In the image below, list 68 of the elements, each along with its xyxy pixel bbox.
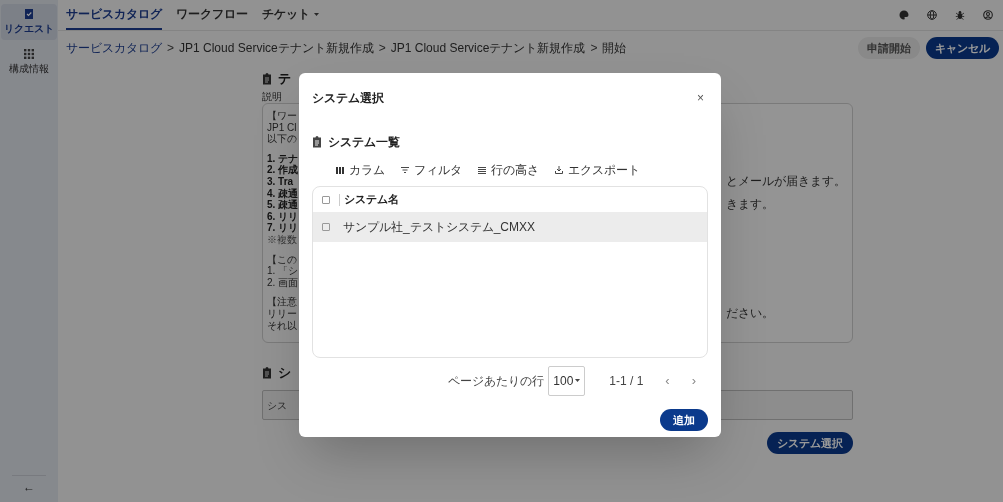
description-text: リリー	[267, 307, 298, 320]
description-text: 【注意	[267, 296, 298, 308]
nav-tab[interactable]: チケット	[262, 0, 319, 30]
rows-per-page-label: ページあたりの行	[448, 372, 545, 390]
filter-icon	[401, 167, 409, 173]
dialog-title: システム選択	[312, 90, 384, 107]
list-title: システム一覧	[328, 134, 400, 151]
rows-per-page-select[interactable]: 100	[548, 365, 586, 396]
toolbar-button[interactable]: フィルタ	[401, 161, 462, 179]
dropdown-caret-icon	[575, 379, 581, 382]
system-select-button[interactable]: システム選択	[767, 432, 853, 454]
clipboard-icon	[262, 73, 272, 85]
field-label: 説明	[262, 90, 282, 103]
description-text: 2. 画面	[267, 276, 299, 289]
section-title: シ	[278, 364, 291, 383]
close-button[interactable]: ×	[697, 89, 704, 107]
description-text: ださい。	[725, 307, 775, 320]
column-header[interactable]: システム名	[344, 191, 399, 208]
description-text: 2. 作成	[267, 164, 299, 176]
breadcrumb-separator: >	[590, 40, 598, 57]
clipboard-icon	[262, 367, 272, 379]
row-height-icon	[478, 166, 486, 174]
account-icon[interactable]	[983, 10, 993, 20]
description-text: 1. テナ	[267, 152, 299, 165]
bug-icon[interactable]	[955, 10, 965, 20]
clipboard-icon	[312, 136, 322, 148]
row-checkbox[interactable]	[322, 223, 330, 231]
sidebar-item[interactable]: 構成情報	[1, 44, 57, 80]
description-text: 【この	[267, 253, 298, 266]
description-text: ※複数	[267, 233, 298, 246]
sidebar-item[interactable]: リクエスト	[1, 4, 57, 40]
description-text: 1. 「シ	[267, 265, 299, 277]
clipboard-check-icon	[24, 8, 34, 19]
breadcrumb-link[interactable]: JP1 Cloud Serviceテナント新規作成	[390, 39, 586, 57]
grid-icon	[24, 48, 34, 59]
description-text: それ以	[267, 319, 298, 332]
download-icon	[555, 166, 563, 174]
page-range: 1-1 / 1	[609, 372, 644, 390]
breadcrumb-separator: >	[167, 40, 174, 57]
description-text: 5. 疎通	[267, 199, 299, 211]
description-text: きます。	[725, 199, 775, 211]
breadcrumb-link[interactable]: サービスカタログ	[66, 39, 162, 57]
nav-tab[interactable]: ワークフロー	[176, 0, 248, 30]
collapse-arrow[interactable]: ←	[23, 478, 35, 496]
palette-icon[interactable]	[899, 10, 909, 20]
breadcrumb-link[interactable]: JP1 Cloud Serviceテナント新規作成	[179, 39, 374, 57]
description-text: JP1 Cl	[267, 121, 298, 133]
toolbar-button[interactable]: カラム	[336, 161, 385, 179]
breadcrumb-separator: >	[378, 40, 386, 57]
globe-icon[interactable]	[927, 10, 937, 20]
section-title: テ	[278, 70, 291, 89]
toolbar-button[interactable]: 行の高さ	[478, 161, 539, 179]
toolbar-button[interactable]: エクスポート	[555, 161, 640, 179]
table-cell-text: サンプル社_テストシステム_CMXX	[343, 219, 536, 236]
description-text: 6. リリ	[267, 210, 299, 223]
description-text: とメールが届きます。	[725, 175, 847, 188]
description-text: 3. Tra	[267, 175, 295, 188]
description-text: 7. リリ	[267, 222, 299, 234]
nav-tab[interactable]: サービスカタログ	[66, 0, 162, 30]
breadcrumb-current: 開始	[602, 40, 627, 57]
table-row[interactable]: サンプル社_テストシステム_CMXX	[313, 212, 707, 242]
add-button[interactable]: 追加	[660, 409, 708, 431]
columns-icon	[336, 166, 344, 174]
description-text: 以下の	[267, 133, 298, 145]
description-text: 4. 疎通	[267, 187, 299, 200]
cancel-button[interactable]: キャンセル	[926, 37, 999, 59]
description-text: 【ワー	[267, 110, 298, 122]
select-all-checkbox[interactable]	[322, 195, 330, 204]
